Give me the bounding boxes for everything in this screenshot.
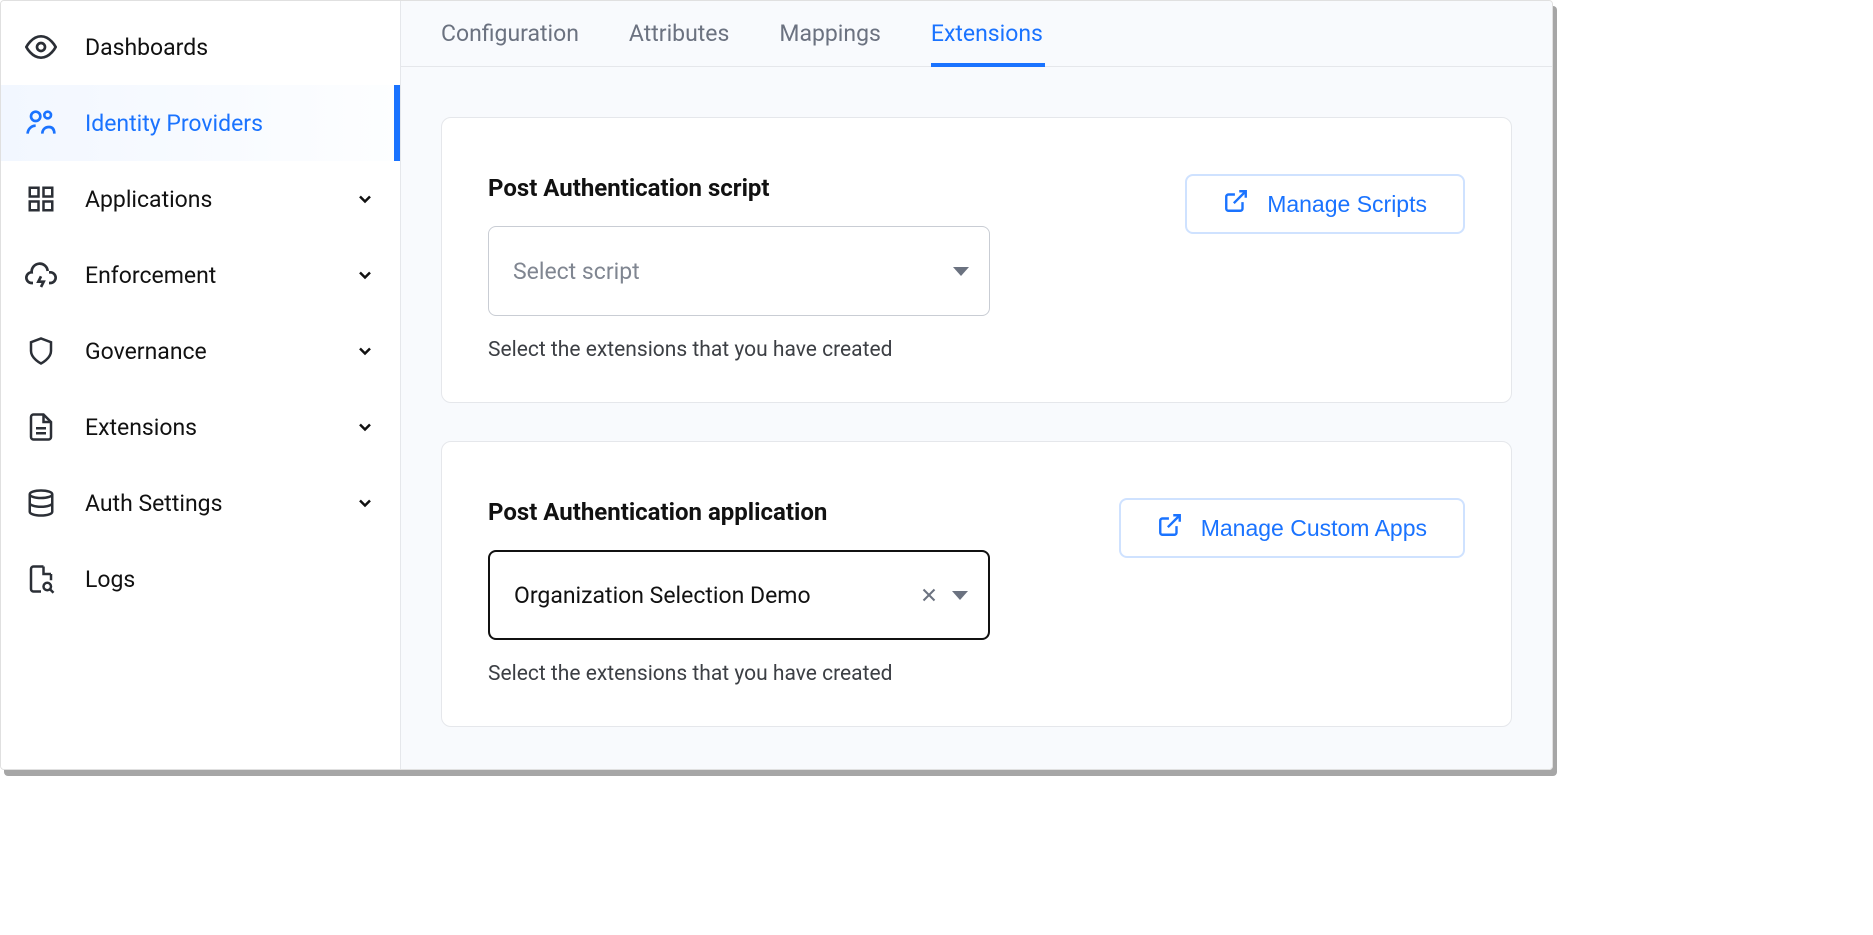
sidebar-item-applications[interactable]: Applications <box>1 161 400 237</box>
sidebar-item-identity-providers[interactable]: Identity Providers <box>1 85 400 161</box>
sidebar: Dashboards Identity Providers Applicatio… <box>1 1 401 769</box>
tab-bar: Configuration Attributes Mappings Extens… <box>401 1 1552 67</box>
select-placeholder: Select script <box>513 258 953 285</box>
help-text: Select the extensions that you have crea… <box>488 338 1148 362</box>
chevron-down-icon <box>354 340 376 362</box>
file-icon <box>25 411 57 443</box>
app-window: Dashboards Identity Providers Applicatio… <box>0 0 1553 770</box>
manage-custom-apps-button[interactable]: Manage Custom Apps <box>1119 498 1465 558</box>
eye-icon <box>25 31 57 63</box>
chevron-down-icon <box>354 492 376 514</box>
caret-down-icon <box>953 267 969 276</box>
tab-attributes[interactable]: Attributes <box>629 1 729 67</box>
external-link-icon <box>1157 512 1183 544</box>
grid-icon <box>25 183 57 215</box>
post-auth-app-card: Post Authentication application Organiza… <box>441 441 1512 727</box>
sidebar-item-dashboards[interactable]: Dashboards <box>1 9 400 85</box>
sidebar-item-label: Enforcement <box>85 262 354 289</box>
sidebar-item-logs[interactable]: Logs <box>1 541 400 617</box>
tab-mappings[interactable]: Mappings <box>779 1 881 67</box>
sidebar-item-label: Dashboards <box>85 34 376 61</box>
external-link-icon <box>1223 188 1249 220</box>
tab-extensions[interactable]: Extensions <box>931 1 1043 67</box>
sidebar-item-label: Logs <box>85 566 376 593</box>
sidebar-item-label: Identity Providers <box>85 110 376 137</box>
content-area: Post Authentication script Select script… <box>401 67 1552 747</box>
users-icon <box>25 107 57 139</box>
cloud-bolt-icon <box>25 259 57 291</box>
sidebar-item-label: Governance <box>85 338 354 365</box>
sidebar-item-enforcement[interactable]: Enforcement <box>1 237 400 313</box>
sidebar-item-governance[interactable]: Governance <box>1 313 400 389</box>
app-select[interactable]: Organization Selection Demo <box>488 550 990 640</box>
help-text: Select the extensions that you have crea… <box>488 662 1095 686</box>
sidebar-item-label: Extensions <box>85 414 354 441</box>
file-search-icon <box>25 563 57 595</box>
sidebar-item-auth-settings[interactable]: Auth Settings <box>1 465 400 541</box>
main-content: Configuration Attributes Mappings Extens… <box>401 1 1552 769</box>
chevron-down-icon <box>354 188 376 210</box>
manage-scripts-button[interactable]: Manage Scripts <box>1185 174 1465 234</box>
select-value: Organization Selection Demo <box>514 582 914 609</box>
chevron-down-icon <box>354 416 376 438</box>
shield-icon <box>25 335 57 367</box>
button-label: Manage Scripts <box>1267 191 1427 218</box>
sidebar-item-label: Applications <box>85 186 354 213</box>
clear-icon[interactable] <box>914 580 944 610</box>
card-title: Post Authentication application <box>488 498 1095 526</box>
tab-configuration[interactable]: Configuration <box>441 1 579 67</box>
database-icon <box>25 487 57 519</box>
chevron-down-icon <box>354 264 376 286</box>
script-select[interactable]: Select script <box>488 226 990 316</box>
button-label: Manage Custom Apps <box>1201 515 1427 542</box>
sidebar-item-extensions[interactable]: Extensions <box>1 389 400 465</box>
sidebar-item-label: Auth Settings <box>85 490 354 517</box>
card-title: Post Authentication script <box>488 174 1148 202</box>
caret-down-icon <box>952 591 968 600</box>
post-auth-script-card: Post Authentication script Select script… <box>441 117 1512 403</box>
